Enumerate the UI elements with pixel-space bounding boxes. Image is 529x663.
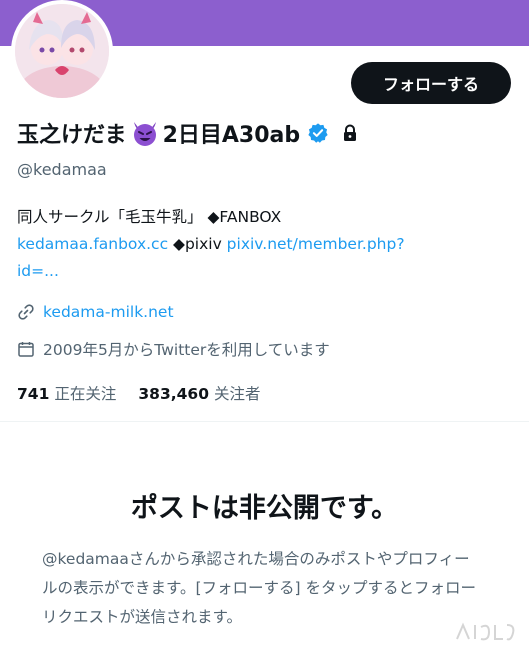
private-account-description: @kedamaaさんから承認された場合のみポストやプロフィールの表示ができます。…	[42, 550, 476, 626]
bio-line-2: kedamaa.fanbox.cc ◆pixiv pixiv.net/membe…	[17, 231, 497, 258]
user-handle: @kedamaa	[17, 160, 107, 179]
site-watermark-logo	[456, 622, 515, 641]
website-row: kedama-milk.net	[17, 303, 174, 321]
follow-button[interactable]: フォローする	[351, 62, 511, 104]
smiling-devil-icon	[133, 122, 156, 146]
display-name-suffix: 2日目A30ab	[162, 123, 301, 148]
pixiv-link[interactable]: pixiv.net/member.php?	[227, 235, 405, 253]
joined-date-text: 2009年5月からTwitterを利用しています	[43, 341, 330, 359]
following-count: 741	[17, 385, 50, 403]
private-account-title: ポストは非公開です。	[130, 493, 399, 524]
verified-badge-icon[interactable]	[307, 122, 329, 144]
link-icon	[18, 304, 34, 320]
calendar-icon	[18, 342, 34, 357]
bio-pixiv-text: ◆pixiv	[168, 235, 227, 253]
bio-line-3: id=...	[17, 258, 497, 285]
profile-bio: 同人サークル「毛玉牛乳」 ◆FANBOX kedamaa.fanbox.cc ◆…	[17, 204, 497, 285]
followers-stat[interactable]: 383,460 关注者	[138, 382, 260, 404]
following-stat[interactable]: 741 正在关注	[17, 382, 116, 404]
joined-date-row: 2009年5月からTwitterを利用しています	[17, 338, 330, 360]
lock-icon	[344, 124, 357, 141]
followers-label: 关注者	[213, 385, 261, 403]
followers-count: 383,460	[138, 385, 209, 403]
bio-line-1: 同人サークル「毛玉牛乳」 ◆FANBOX	[17, 208, 282, 226]
follow-stats: 741 正在关注 383,460 关注者	[17, 382, 261, 404]
display-name-prefix: 玉之けだま	[17, 123, 127, 148]
display-name-row: 玉之けだま 2日目A30ab	[17, 117, 358, 149]
pixiv-link-continued[interactable]: id=...	[17, 262, 59, 280]
avatar-image	[15, 4, 109, 98]
section-divider	[0, 421, 529, 422]
avatar[interactable]	[11, 0, 113, 102]
website-link[interactable]: kedama-milk.net	[43, 303, 174, 321]
fanbox-link[interactable]: kedamaa.fanbox.cc	[17, 235, 168, 253]
following-label: 正在关注	[54, 385, 117, 403]
